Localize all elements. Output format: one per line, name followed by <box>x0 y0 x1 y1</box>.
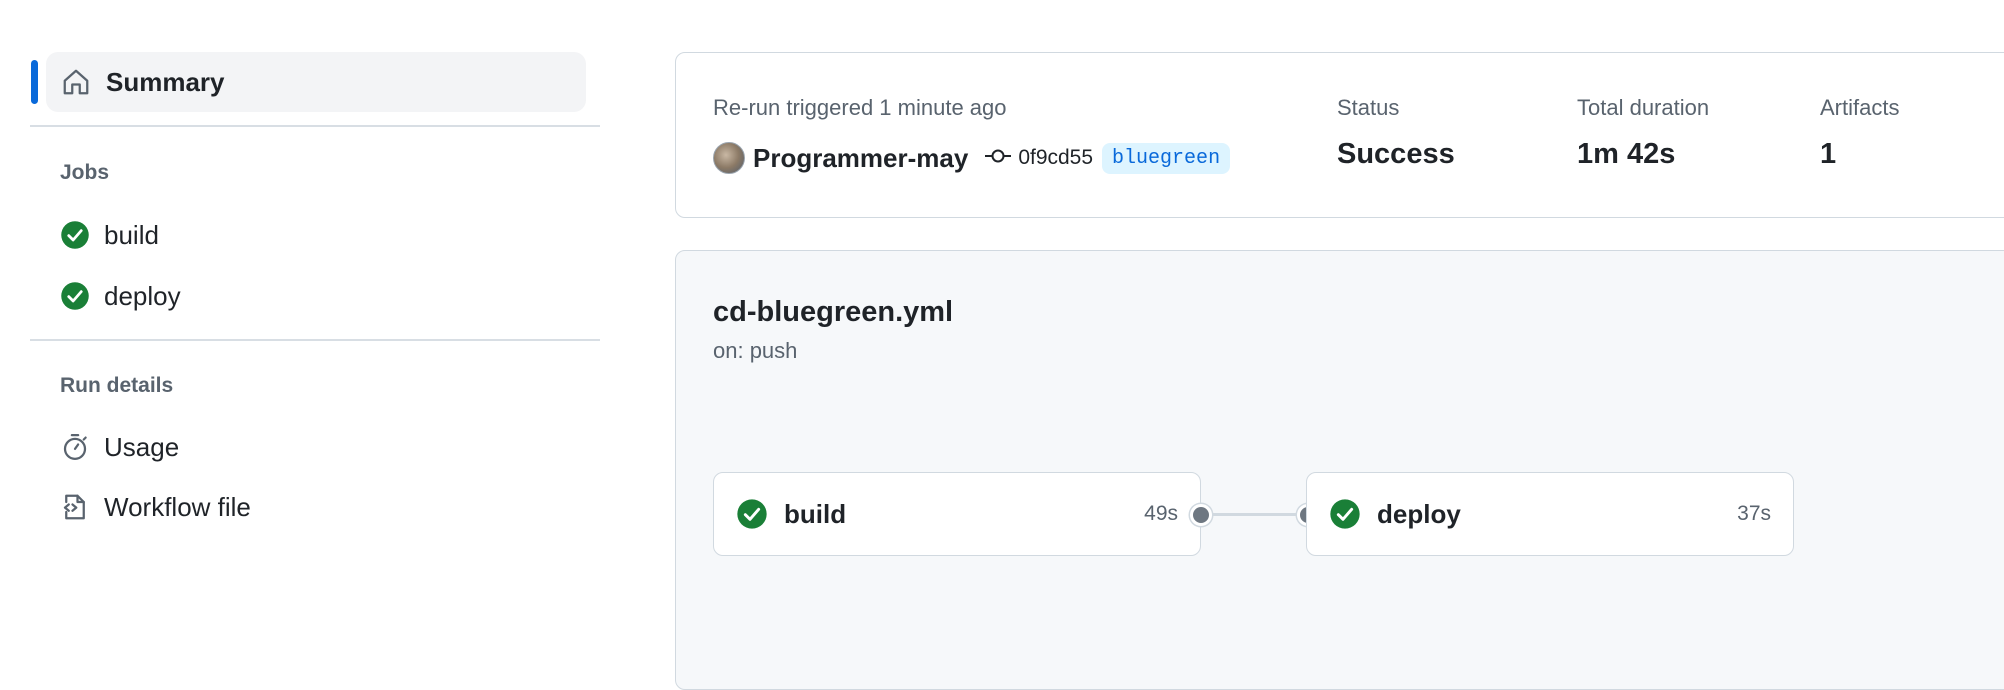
check-circle-icon <box>1330 499 1360 529</box>
divider <box>30 339 600 341</box>
job-name: build <box>784 498 847 529</box>
home-icon <box>60 66 92 98</box>
sidebar-item-summary[interactable]: Summary <box>46 52 586 112</box>
avatar[interactable] <box>713 142 745 174</box>
job-name: deploy <box>1377 498 1461 529</box>
run-summary-card <box>675 52 2004 218</box>
duration-label: Total duration <box>1577 95 1710 120</box>
run-meta: Programmer-may 0f9cd55 bluegreen <box>713 142 1231 174</box>
sidebar-item-job-build[interactable]: build <box>46 211 159 259</box>
run-details-heading: Run details <box>60 374 174 397</box>
divider <box>30 125 600 127</box>
commit-sha: 0f9cd55 <box>1018 146 1094 169</box>
artifacts-label: Artifacts <box>1820 95 1900 120</box>
sidebar-item-job-deploy[interactable]: deploy <box>46 272 181 320</box>
stopwatch-icon <box>58 430 92 464</box>
sidebar-item-label: Workflow file <box>104 491 251 522</box>
job-card-build[interactable]: build 49s <box>713 472 1201 556</box>
job-connector-line <box>1212 513 1297 516</box>
actor-link[interactable]: Programmer-may <box>753 143 968 174</box>
sidebar-item-label: deploy <box>104 280 181 311</box>
status-label: Status <box>1337 95 1400 120</box>
branch-badge[interactable]: bluegreen <box>1102 142 1231 174</box>
status-value: Success <box>1337 138 1455 170</box>
job-card-deploy[interactable]: deploy 37s <box>1306 472 1794 556</box>
duration-value: 1m 42s <box>1577 138 1676 170</box>
commit-link[interactable]: 0f9cd55 <box>984 146 1093 171</box>
active-indicator <box>31 60 38 104</box>
check-circle-icon <box>737 499 767 529</box>
trigger-text: Re-run triggered 1 minute ago <box>713 95 1007 120</box>
job-duration: 37s <box>1737 502 1771 525</box>
workflow-trigger: on: push <box>713 338 798 363</box>
job-duration: 49s <box>1144 502 1178 525</box>
check-circle-icon <box>58 279 92 313</box>
job-connector-dot <box>1190 504 1212 526</box>
sidebar-item-usage[interactable]: Usage <box>46 423 179 471</box>
workflow-file-name: cd-bluegreen.yml <box>713 296 954 328</box>
sidebar-item-workflow-file[interactable]: Workflow file <box>46 483 251 531</box>
artifacts-value[interactable]: 1 <box>1820 138 1836 171</box>
git-commit-icon <box>984 146 1012 171</box>
file-code-icon <box>58 490 92 524</box>
sidebar-item-label: Usage <box>104 431 180 462</box>
sidebar-item-label: build <box>104 219 159 250</box>
check-circle-icon <box>58 218 92 252</box>
sidebar-item-label: Summary <box>106 66 225 97</box>
jobs-heading: Jobs <box>60 161 110 184</box>
